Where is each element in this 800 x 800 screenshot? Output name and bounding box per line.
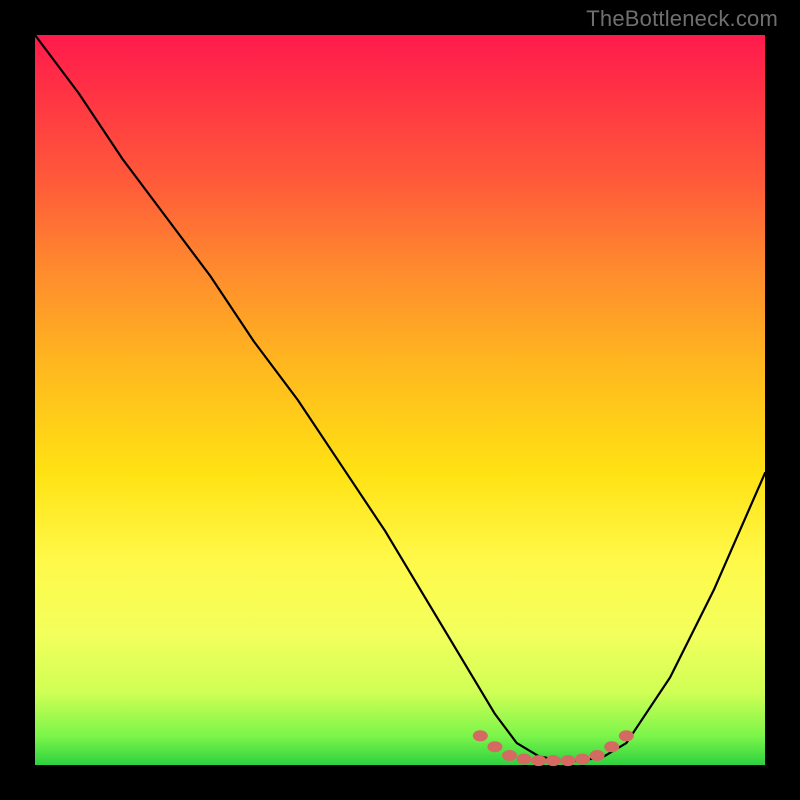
marker-dot — [473, 730, 488, 741]
marker-dot — [560, 755, 575, 766]
marker-dot — [604, 741, 619, 752]
marker-dot — [531, 755, 546, 766]
bottleneck-curve — [35, 35, 765, 761]
chart-frame: TheBottleneck.com — [0, 0, 800, 800]
marker-dot — [487, 741, 502, 752]
marker-dot — [575, 754, 590, 765]
marker-dot — [546, 755, 561, 766]
curve-svg — [35, 35, 765, 765]
marker-dot — [502, 750, 517, 761]
bottom-dots — [473, 730, 634, 766]
marker-dot — [590, 750, 605, 761]
marker-dot — [619, 730, 634, 741]
plot-area — [35, 35, 765, 765]
marker-dot — [517, 754, 532, 765]
watermark-text: TheBottleneck.com — [586, 6, 778, 32]
